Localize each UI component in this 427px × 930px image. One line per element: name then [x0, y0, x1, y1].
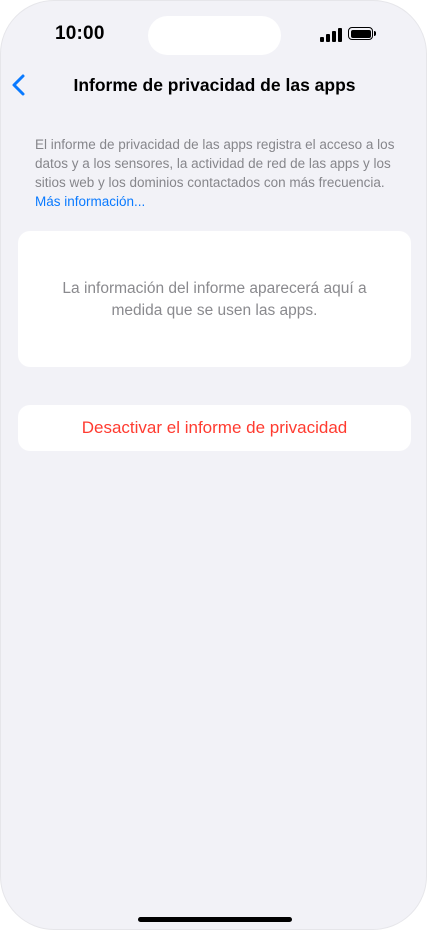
status-time: 10:00 — [55, 23, 105, 44]
cellular-signal-icon — [320, 28, 342, 42]
status-bar: 10:00 — [1, 1, 426, 71]
description-body: El informe de privacidad de las apps reg… — [35, 137, 395, 190]
report-empty-message: La información del informe aparecerá aqu… — [62, 280, 367, 319]
page-title: Informe de privacidad de las apps — [73, 75, 356, 95]
description-text: El informe de privacidad de las apps reg… — [35, 135, 397, 211]
deactivate-report-button[interactable]: Desactivar el informe de privacidad — [18, 405, 411, 451]
more-info-link[interactable]: Más información... — [35, 194, 145, 209]
dynamic-island — [148, 16, 281, 55]
home-indicator[interactable] — [138, 917, 292, 922]
navigation-bar: Informe de privacidad de las apps — [1, 63, 426, 107]
report-info-card: La información del informe aparecerá aqu… — [18, 231, 411, 367]
phone-screen: 10:00 Informe de privacidad de las apps … — [0, 0, 427, 930]
battery-icon — [348, 27, 378, 42]
